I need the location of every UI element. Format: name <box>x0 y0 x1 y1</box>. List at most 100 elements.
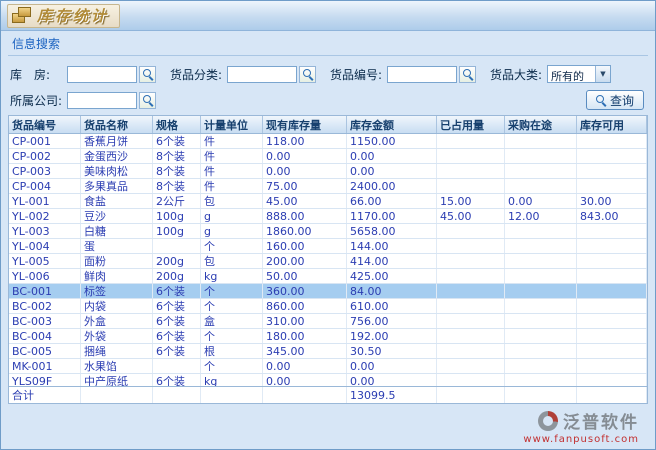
table-cell: 盒 <box>201 314 263 328</box>
table-cell: g <box>201 224 263 238</box>
table-cell: 45.00 <box>437 209 505 223</box>
column-header[interactable]: 计量单位 <box>201 116 263 133</box>
table-cell: 2400.00 <box>347 179 437 193</box>
vendor-name: 泛普软件 <box>563 408 639 433</box>
major-class-select[interactable]: 所有的 ▼ <box>547 65 611 83</box>
table-cell <box>505 164 577 178</box>
table-cell <box>437 239 505 253</box>
table-cell: 白糖 <box>81 224 153 238</box>
table-cell: 0.00 <box>263 374 347 386</box>
query-button[interactable]: 查询 <box>586 90 644 110</box>
table-cell: 0.00 <box>263 149 347 163</box>
table-cell: 美味肉松 <box>81 164 153 178</box>
table-cell: BC-005 <box>9 344 81 358</box>
table-cell <box>505 374 577 386</box>
table-cell <box>437 284 505 298</box>
table-row[interactable]: CP-002金蛋西沙8个装件0.000.00 <box>9 149 647 164</box>
table-cell: 0.00 <box>347 359 437 373</box>
table-row[interactable]: CP-004多果真品8个装件75.002400.00 <box>9 179 647 194</box>
column-header[interactable]: 采购在途 <box>505 116 577 133</box>
warehouse-input[interactable] <box>67 66 137 83</box>
table-cell: 860.00 <box>263 299 347 313</box>
table-cell: 个 <box>201 239 263 253</box>
table-row[interactable]: MK-001水果馅个0.000.00 <box>9 359 647 374</box>
table-row[interactable]: YLS09F中产原纸6个装kg0.000.00 <box>9 374 647 386</box>
table-cell <box>577 254 647 268</box>
table-row[interactable]: YL-005面粉200g包200.00414.00 <box>9 254 647 269</box>
table-cell: 2公斤 <box>153 194 201 208</box>
table-cell: 5658.00 <box>347 224 437 238</box>
table-row[interactable]: BC-005捆绳6个装根345.0030.50 <box>9 344 647 359</box>
table-cell <box>505 134 577 148</box>
table-cell: 192.00 <box>347 329 437 343</box>
table-cell <box>577 269 647 283</box>
table-cell: 30.00 <box>577 194 647 208</box>
table-cell <box>577 344 647 358</box>
table-cell: 310.00 <box>263 314 347 328</box>
column-header[interactable]: 货品编号 <box>9 116 81 133</box>
table-cell: 414.00 <box>347 254 437 268</box>
table-row[interactable]: BC-003外盒6个装盒310.00756.00 <box>9 314 647 329</box>
table-cell: 12.00 <box>505 209 577 223</box>
table-cell <box>505 239 577 253</box>
table-cell: 843.00 <box>577 209 647 223</box>
category-lookup-button[interactable] <box>299 66 316 83</box>
table-cell <box>577 374 647 386</box>
table-cell: 食盐 <box>81 194 153 208</box>
table-cell: MK-001 <box>9 359 81 373</box>
warehouse-lookup-button[interactable] <box>139 66 156 83</box>
item-no-lookup-button[interactable] <box>459 66 476 83</box>
magnifier-icon <box>596 95 606 105</box>
column-header[interactable]: 规格 <box>153 116 201 133</box>
company-label: 所属公司: <box>10 92 67 109</box>
column-header[interactable]: 已占用量 <box>437 116 505 133</box>
vendor-url: www.fanpusoft.com <box>523 434 639 445</box>
table-row[interactable]: YL-003白糖100gg1860.005658.00 <box>9 224 647 239</box>
table-cell: CP-001 <box>9 134 81 148</box>
item-no-input[interactable] <box>387 66 457 83</box>
column-header[interactable]: 库存金额 <box>347 116 437 133</box>
table-row[interactable]: YL-002豆沙100gg888.001170.0045.0012.00843.… <box>9 209 647 224</box>
table-cell <box>153 359 201 373</box>
column-header[interactable]: 现有库存量 <box>263 116 347 133</box>
table-row[interactable]: BC-002内袋6个装个860.00610.00 <box>9 299 647 314</box>
table-cell <box>505 284 577 298</box>
total-row: 合计 13099.5 <box>9 386 647 403</box>
table-cell: 0.00 <box>347 164 437 178</box>
table-cell: 30.50 <box>347 344 437 358</box>
table-row[interactable]: YL-001食盐2公斤包45.0066.0015.000.0030.00 <box>9 194 647 209</box>
company-lookup-button[interactable] <box>139 92 156 109</box>
total-label: 合计 <box>9 387 81 403</box>
table-cell: BC-002 <box>9 299 81 313</box>
table-cell: 6个装 <box>153 329 201 343</box>
table-cell: 144.00 <box>347 239 437 253</box>
table-cell <box>437 314 505 328</box>
table-cell: 0.00 <box>347 149 437 163</box>
table-cell: 件 <box>201 179 263 193</box>
table-cell: 1170.00 <box>347 209 437 223</box>
search-section-title: 信息搜索 <box>8 33 648 56</box>
app-logo: 库存统计 <box>7 4 120 28</box>
table-row[interactable]: CP-003美味肉松8个装件0.000.00 <box>9 164 647 179</box>
table-cell: 内袋 <box>81 299 153 313</box>
table-cell: CP-003 <box>9 164 81 178</box>
table-row[interactable]: YL-004蛋个160.00144.00 <box>9 239 647 254</box>
category-label: 货品分类: <box>170 66 227 83</box>
table-cell: 包 <box>201 254 263 268</box>
column-header[interactable]: 库存可用 <box>577 116 647 133</box>
table-row[interactable]: CP-001香蕉月饼6个装件118.001150.00 <box>9 134 647 149</box>
table-cell <box>437 149 505 163</box>
category-input[interactable] <box>227 66 297 83</box>
table-row[interactable]: YL-006鲜肉200gkg50.00425.00 <box>9 269 647 284</box>
table-cell: 豆沙 <box>81 209 153 223</box>
magnifier-icon <box>143 95 153 105</box>
table-row[interactable]: BC-004外袋6个装个180.00192.00 <box>9 329 647 344</box>
company-field-group: 所属公司: <box>10 92 156 109</box>
table-cell <box>437 344 505 358</box>
table-cell: 610.00 <box>347 299 437 313</box>
column-header[interactable]: 货品名称 <box>81 116 153 133</box>
company-input[interactable] <box>67 92 137 109</box>
table-row[interactable]: BC-001标签6个装个360.0084.00 <box>9 284 647 299</box>
table-cell: 个 <box>201 284 263 298</box>
table-cell: 160.00 <box>263 239 347 253</box>
